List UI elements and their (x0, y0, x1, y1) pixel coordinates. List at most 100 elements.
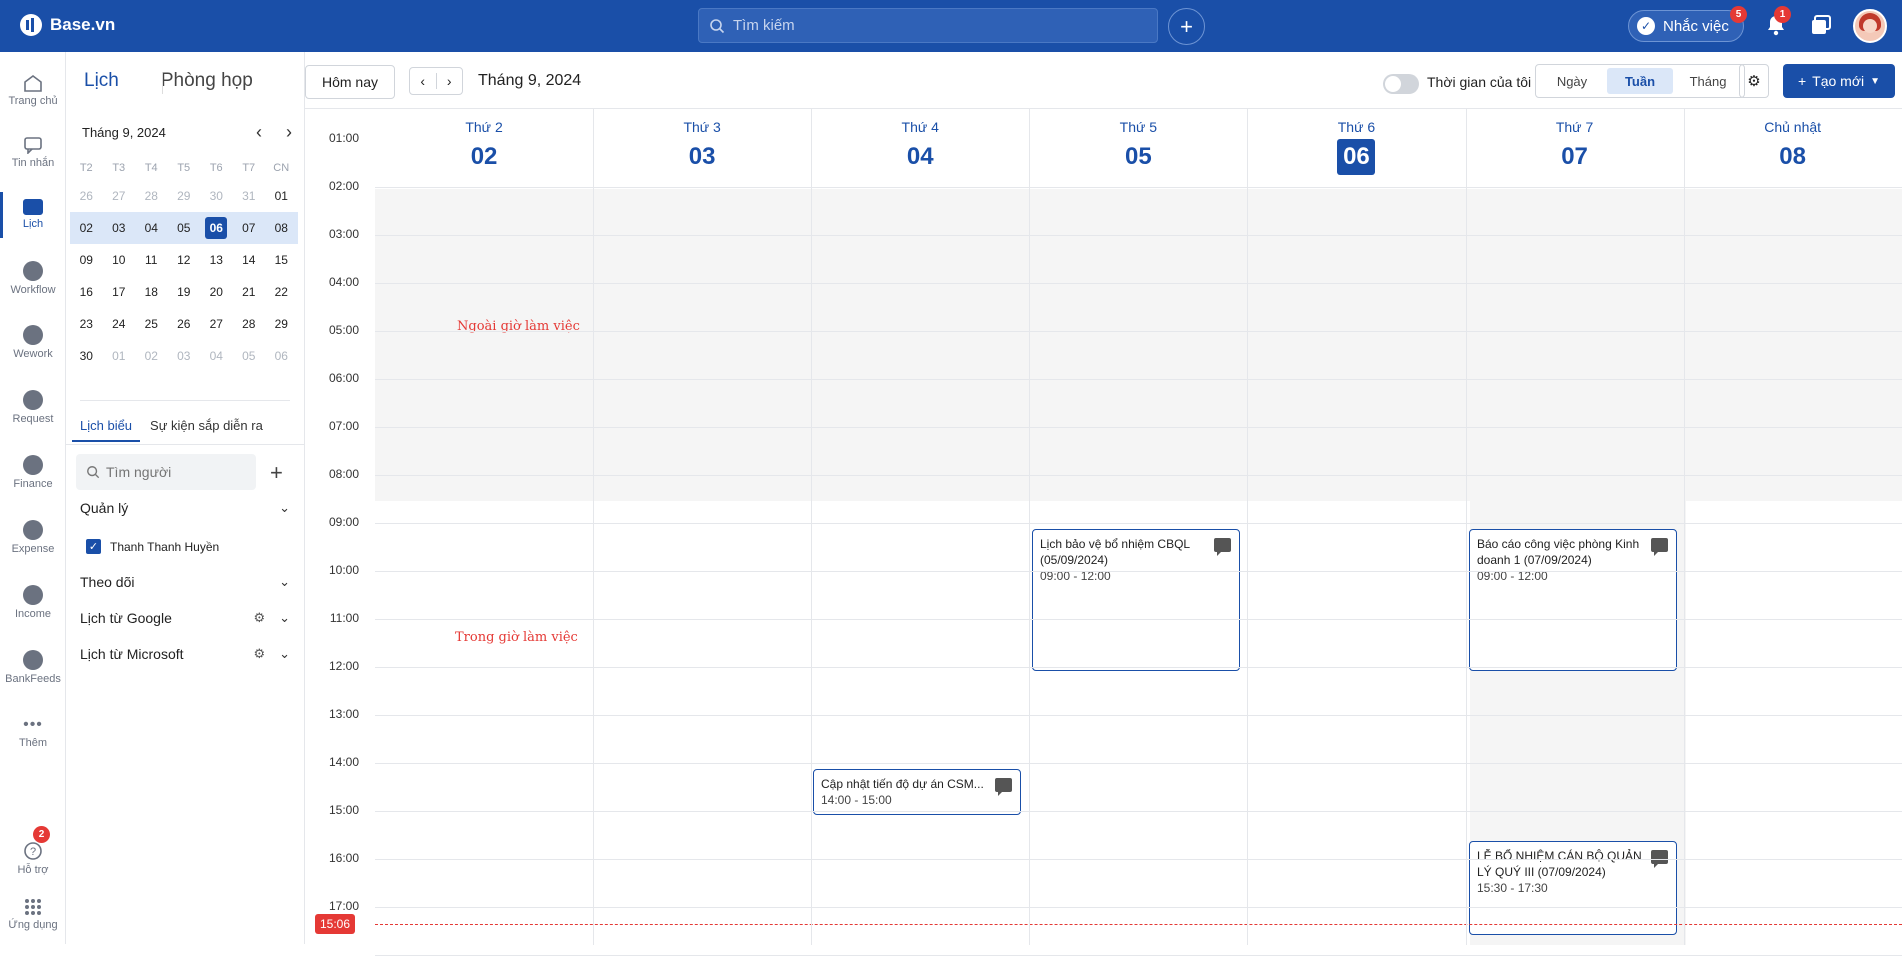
mini-calendar-day[interactable]: 16 (70, 276, 103, 308)
mini-calendar-day[interactable]: 28 (135, 180, 168, 212)
nav-more[interactable]: ••• Thêm (0, 702, 66, 762)
nav-workflow[interactable]: Workflow (0, 248, 66, 308)
member-item[interactable]: ✓ Thanh Thanh Huyền (86, 539, 219, 554)
create-new-button[interactable]: + Tạo mới ▼ (1783, 64, 1895, 98)
add-person-icon[interactable]: + (270, 460, 283, 486)
mini-calendar-day[interactable]: 22 (265, 276, 298, 308)
view-month[interactable]: Tháng (1675, 68, 1741, 94)
day-header[interactable]: Thứ 4 04 (811, 109, 1029, 189)
nav-expense[interactable]: Expense (0, 507, 66, 567)
nav-finance[interactable]: Finance (0, 442, 66, 502)
day-header[interactable]: Thứ 2 02 (375, 109, 593, 189)
mini-calendar-day[interactable]: 29 (265, 308, 298, 340)
mini-calendar-day[interactable]: 18 (135, 276, 168, 308)
mini-calendar-day[interactable]: 01 (103, 340, 136, 372)
mini-calendar-day[interactable]: 30 (70, 340, 103, 372)
mini-calendar-day[interactable]: 15 (265, 244, 298, 276)
mini-calendar-day[interactable]: 19 (168, 276, 201, 308)
group-follow[interactable]: Theo dõi ⌄ (80, 574, 290, 590)
comment-icon[interactable] (1651, 538, 1668, 556)
mini-calendar-day[interactable]: 21 (233, 276, 266, 308)
chat-windows-icon[interactable] (1810, 14, 1832, 36)
day-header[interactable]: Thứ 3 03 (593, 109, 811, 189)
mini-calendar-day[interactable]: 17 (103, 276, 136, 308)
mini-calendar-day[interactable]: 01 (265, 180, 298, 212)
mini-calendar-day[interactable]: 08 (265, 212, 298, 244)
mini-calendar-day[interactable]: 27 (103, 180, 136, 212)
mini-calendar-day[interactable]: 26 (70, 180, 103, 212)
search-input[interactable] (733, 17, 1133, 34)
mini-calendar-day[interactable]: 07 (232, 212, 265, 244)
mini-calendar-day[interactable]: 24 (103, 308, 136, 340)
mini-calendar-day[interactable]: 20 (200, 276, 233, 308)
nav-income[interactable]: Income (0, 572, 66, 632)
day-header[interactable]: Chủ nhật 08 (1684, 109, 1902, 189)
comment-icon[interactable] (1651, 850, 1668, 868)
mini-calendar-day[interactable]: 06 (200, 212, 233, 244)
mini-calendar-day[interactable]: 30 (200, 180, 233, 212)
event-card[interactable]: Báo cáo công việc phòng Kinh doanh 1 (07… (1469, 529, 1677, 671)
mini-calendar-day[interactable]: 28 (233, 308, 266, 340)
next-month-icon[interactable]: › (286, 122, 292, 143)
prev-month-icon[interactable]: ‹ (256, 122, 262, 143)
today-button[interactable]: Hôm nay (305, 65, 395, 99)
find-person[interactable] (76, 454, 256, 490)
mini-calendar-day[interactable]: 27 (200, 308, 233, 340)
remind-button[interactable]: ✓ Nhắc việc (1628, 10, 1744, 42)
tab-calendar[interactable]: Lịch (84, 70, 119, 92)
nav-home[interactable]: Trang chủ (0, 60, 66, 120)
mini-calendar-day[interactable]: 13 (200, 244, 233, 276)
comment-icon[interactable] (1214, 538, 1231, 556)
event-card[interactable]: Lịch bảo vệ bổ nhiệm CBQL (05/09/2024) 0… (1032, 529, 1240, 671)
next-week-icon[interactable]: › (437, 73, 463, 89)
my-time-toggle[interactable] (1383, 74, 1419, 94)
nav-bankfeeds[interactable]: BankFeeds (0, 637, 66, 697)
mini-calendar-day[interactable]: 11 (135, 244, 168, 276)
day-header[interactable]: Thứ 6 06 (1247, 109, 1465, 189)
tab-upcoming-events[interactable]: Sự kiện sắp diễn ra (150, 418, 263, 442)
mini-calendar-day[interactable]: 03 (168, 340, 201, 372)
find-person-input[interactable] (106, 464, 246, 480)
mini-calendar-day[interactable]: 09 (70, 244, 103, 276)
day-header[interactable]: Thứ 5 05 (1029, 109, 1247, 189)
quick-add-button[interactable]: + (1168, 8, 1205, 45)
mini-calendar-day[interactable]: 25 (135, 308, 168, 340)
event-card[interactable]: Cập nhật tiến độ dự án CSM... 14:00 - 15… (813, 769, 1021, 815)
mini-calendar-day[interactable]: 12 (168, 244, 201, 276)
mini-calendar-day[interactable]: 05 (167, 212, 200, 244)
user-settings-icon[interactable]: ⚙ (253, 610, 265, 626)
mini-calendar-day[interactable]: 04 (135, 212, 168, 244)
view-day[interactable]: Ngày (1539, 68, 1605, 94)
view-week[interactable]: Tuần (1607, 68, 1673, 94)
comment-icon[interactable] (995, 778, 1012, 796)
prev-week-icon[interactable]: ‹ (410, 73, 437, 89)
mini-calendar-day[interactable]: 03 (102, 212, 135, 244)
chevron-down-icon[interactable]: ⌄ (279, 646, 290, 662)
settings-gear-icon[interactable]: ⚙ (1739, 64, 1769, 98)
group-microsoft[interactable]: Lịch từ Microsoft ⚙ ⌄ (80, 646, 290, 662)
mini-calendar-day[interactable]: 29 (168, 180, 201, 212)
mini-calendar-day[interactable]: 31 (233, 180, 266, 212)
group-manage[interactable]: Quản lý ⌄ (80, 500, 290, 516)
nav-request[interactable]: Request (0, 377, 66, 437)
mini-calendar-day[interactable]: 02 (135, 340, 168, 372)
chevron-down-icon[interactable]: ⌄ (279, 574, 290, 590)
checkbox-checked-icon[interactable]: ✓ (86, 539, 101, 554)
nav-apps[interactable]: Ứng dụng (0, 884, 66, 944)
user-settings-icon[interactable]: ⚙ (253, 646, 265, 662)
chevron-down-icon[interactable]: ⌄ (279, 500, 290, 516)
mini-calendar-day[interactable]: 05 (233, 340, 266, 372)
nav-calendar[interactable]: Lịch (0, 184, 66, 244)
nav-wework[interactable]: Wework (0, 312, 66, 372)
mini-calendar-day[interactable]: 23 (70, 308, 103, 340)
mini-calendar-day[interactable]: 14 (233, 244, 266, 276)
mini-calendar-day[interactable]: 26 (168, 308, 201, 340)
mini-calendar-day[interactable]: 06 (265, 340, 298, 372)
group-google[interactable]: Lịch từ Google ⚙ ⌄ (80, 610, 290, 626)
tab-schedule[interactable]: Lịch biểu (72, 418, 141, 442)
global-search[interactable] (698, 8, 1158, 43)
mini-calendar-day[interactable]: 10 (103, 244, 136, 276)
mini-calendar-day[interactable]: 04 (200, 340, 233, 372)
mini-calendar-day[interactable]: 02 (70, 212, 103, 244)
user-avatar[interactable] (1853, 9, 1887, 43)
